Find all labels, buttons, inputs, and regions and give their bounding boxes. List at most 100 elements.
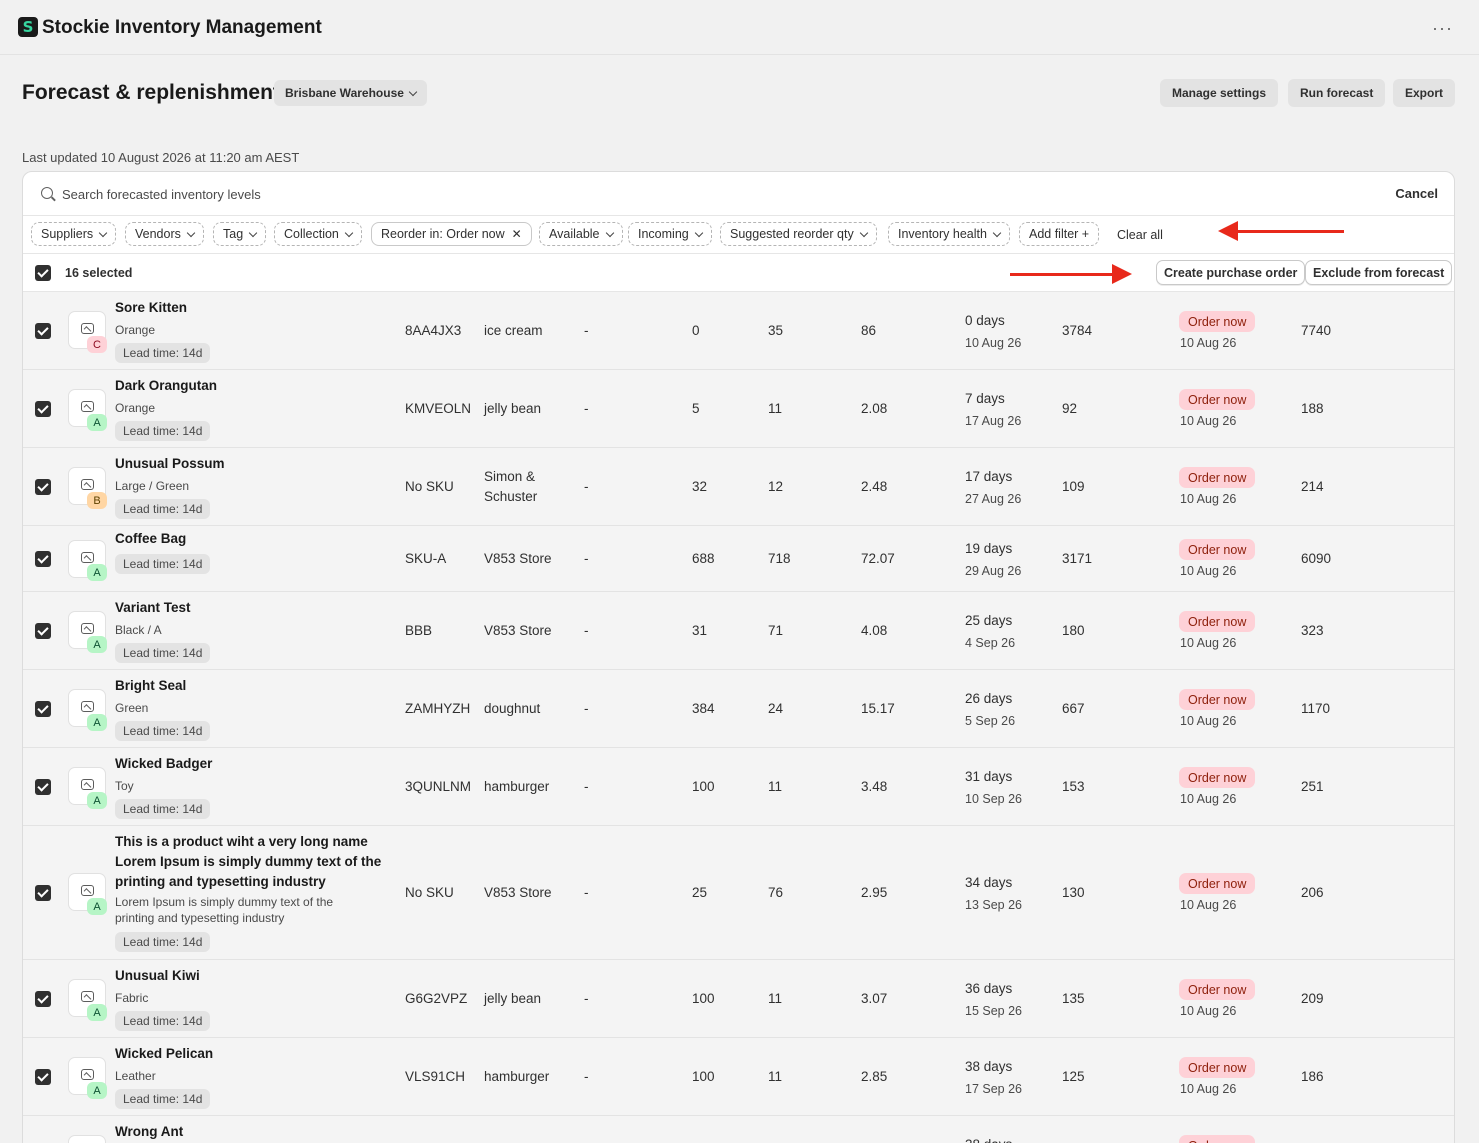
order-date: 10 Aug 26: [1180, 492, 1237, 506]
table-row[interactable]: A Wicked Pelican Leather Lead time: 14d …: [23, 1038, 1454, 1116]
forecast-demand: 92: [1062, 401, 1078, 416]
filter-vendors[interactable]: Vendors: [125, 222, 204, 246]
search-input[interactable]: [62, 178, 1362, 210]
filter-collection[interactable]: Collection: [274, 222, 362, 246]
table-row[interactable]: B Unusual Possum Large / Green Lead time…: [23, 448, 1454, 526]
close-icon[interactable]: ✕: [512, 227, 522, 241]
filter-incoming[interactable]: Incoming: [628, 222, 712, 246]
row-checkbox[interactable]: [35, 701, 51, 717]
table-row[interactable]: C Sore Kitten Orange Lead time: 14d 8AA4…: [23, 292, 1454, 370]
vendor: doughnut: [484, 701, 541, 716]
row-checkbox[interactable]: [35, 991, 51, 1007]
table-row[interactable]: A Dark Orangutan Orange Lead time: 14d K…: [23, 370, 1454, 448]
order-date: 10 Aug 26: [1180, 1004, 1237, 1018]
image-placeholder-icon: [81, 401, 94, 412]
chevron-down-icon: [248, 228, 258, 237]
product-name[interactable]: Bright Seal: [115, 676, 385, 696]
sales-rate: 2.48: [861, 479, 888, 494]
select-all-checkbox[interactable]: [35, 265, 51, 281]
days-of-stock: 19 days: [965, 541, 1013, 556]
row-checkbox[interactable]: [35, 779, 51, 795]
manage-settings-button[interactable]: Manage settings: [1160, 79, 1279, 107]
sku: BBB: [405, 623, 433, 638]
filter-label: Collection: [284, 227, 339, 241]
lead-time-badge: Lead time: 14d: [115, 932, 211, 952]
forecast-demand: 667: [1062, 701, 1085, 716]
product-name[interactable]: Wicked Badger: [115, 754, 385, 774]
chevron-down-icon: [98, 228, 108, 237]
available: 31: [692, 623, 708, 638]
location-label: Brisbane Warehouse: [285, 86, 404, 100]
exclude-from-forecast-button[interactable]: Exclude from forecast: [1305, 260, 1453, 285]
suggested-qty: 188: [1301, 401, 1324, 416]
vendor: Simon & Schuster: [484, 469, 538, 504]
table-row[interactable]: A Wicked Badger Toy Lead time: 14d 3QUNL…: [23, 748, 1454, 826]
row-checkbox[interactable]: [35, 885, 51, 901]
row-checkbox[interactable]: [35, 323, 51, 339]
lead-time-badge: Lead time: 14d: [115, 421, 211, 441]
sales-rate: 15.17: [861, 701, 895, 716]
sku: No SKU: [405, 479, 454, 494]
create-purchase-order-button[interactable]: Create purchase order: [1156, 260, 1306, 285]
chevron-down-icon: [344, 228, 354, 237]
order-now-badge: Order now: [1179, 611, 1256, 632]
product-name[interactable]: Coffee Bag: [115, 529, 385, 549]
filter-label: Available: [549, 227, 600, 241]
vendor: ice cream: [484, 323, 543, 338]
annotation-arrow-left: [1218, 221, 1344, 241]
cancel-search-button[interactable]: Cancel: [1395, 186, 1438, 201]
vendor: V853 Store: [484, 885, 552, 900]
order-now-badge: Order now: [1179, 689, 1256, 710]
product-name[interactable]: This is a product wiht a very long name …: [115, 832, 385, 892]
product-name[interactable]: Variant Test: [115, 598, 385, 618]
product-name[interactable]: Wicked Pelican: [115, 1044, 385, 1064]
add-filter-button[interactable]: Add filter +: [1019, 222, 1100, 246]
filter-inventory-health[interactable]: Inventory health: [888, 222, 1010, 246]
forecast-demand: 109: [1062, 479, 1085, 494]
filter-suggested-reorder[interactable]: Suggested reorder qty: [720, 222, 877, 246]
filter-label: Inventory health: [898, 227, 987, 241]
location-selector[interactable]: Brisbane Warehouse: [274, 80, 427, 106]
filter-reorder-in[interactable]: Reorder in: Order now ✕: [371, 222, 532, 246]
image-placeholder-icon: [81, 552, 94, 563]
chevron-down-icon: [186, 228, 196, 237]
filter-available[interactable]: Available: [539, 222, 623, 246]
search-row: Cancel: [23, 172, 1454, 216]
stockout-date: 4 Sep 26: [965, 636, 1016, 650]
run-forecast-button[interactable]: Run forecast: [1288, 79, 1386, 107]
order-date: 10 Aug 26: [1180, 898, 1237, 912]
image-placeholder-icon: [81, 885, 94, 896]
more-actions-icon[interactable]: ···: [1432, 18, 1453, 39]
grade-badge: A: [87, 1004, 107, 1021]
vendor: V853 Store: [484, 623, 552, 638]
row-checkbox[interactable]: [35, 401, 51, 417]
clear-all-button[interactable]: Clear all: [1117, 228, 1163, 242]
table-row[interactable]: A Variant Test Black / A Lead time: 14d …: [23, 592, 1454, 670]
filter-suppliers[interactable]: Suppliers: [31, 222, 117, 246]
dash-cell: -: [584, 1069, 589, 1084]
order-now-badge: Order now: [1179, 389, 1256, 410]
row-checkbox[interactable]: [35, 623, 51, 639]
sku: ZAMHYZH: [405, 701, 471, 716]
product-name[interactable]: Unusual Possum: [115, 454, 385, 474]
product-name[interactable]: Sore Kitten: [115, 298, 385, 318]
product-name[interactable]: Wrong Ant: [115, 1122, 385, 1142]
app-logo: S: [18, 17, 38, 37]
table-row[interactable]: A Bright Seal Green Lead time: 14d ZAMHY…: [23, 670, 1454, 748]
row-checkbox[interactable]: [35, 551, 51, 567]
product-name[interactable]: Unusual Kiwi: [115, 966, 385, 986]
table-row[interactable]: Wrong Ant 38 days Order now: [23, 1116, 1454, 1143]
sku: KMVEOLN: [405, 401, 472, 416]
filter-label: Reorder in: Order now: [381, 227, 505, 241]
table-row[interactable]: A Coffee Bag Lead time: 14d SKU-A V853 S…: [23, 526, 1454, 592]
incoming: 71: [768, 623, 784, 638]
table-row[interactable]: A Unusual Kiwi Fabric Lead time: 14d G6G…: [23, 960, 1454, 1038]
stockout-date: 13 Sep 26: [965, 898, 1022, 912]
filter-tag[interactable]: Tag: [213, 222, 267, 246]
row-checkbox[interactable]: [35, 479, 51, 495]
table-row[interactable]: A This is a product wiht a very long nam…: [23, 826, 1454, 960]
dash-cell: -: [584, 401, 589, 416]
export-button[interactable]: Export: [1393, 79, 1456, 107]
row-checkbox[interactable]: [35, 1069, 51, 1085]
product-name[interactable]: Dark Orangutan: [115, 376, 385, 396]
